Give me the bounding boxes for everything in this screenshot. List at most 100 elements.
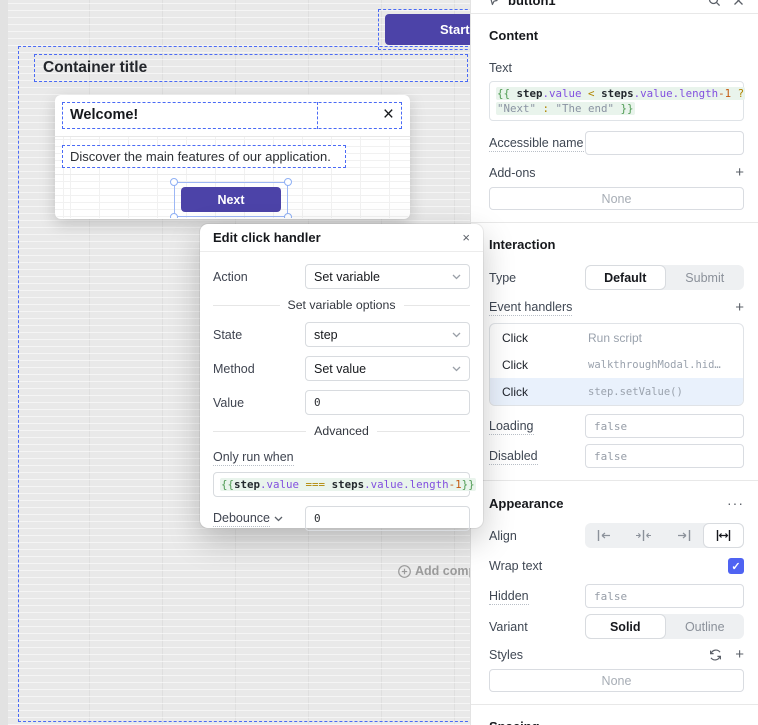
event-handler-row[interactable]: Click Run script [490, 324, 743, 351]
modal-row-divider [55, 174, 410, 175]
type-segmented-control: Default Submit [585, 265, 744, 290]
popup-title: Edit click handler [213, 230, 321, 245]
wrap-text-checkbox[interactable]: ✓ [728, 558, 744, 574]
styles-label: Styles [489, 648, 523, 662]
value-label: Value [213, 396, 305, 410]
handler-action: step.setValue() [588, 386, 683, 398]
modal-close-icon[interactable]: × [383, 103, 394, 127]
modal-header-selection-divider [317, 102, 318, 129]
circle-plus-icon [398, 565, 411, 578]
interaction-section-title: Interaction [489, 237, 744, 252]
handler-event: Click [502, 385, 588, 399]
debounce-input[interactable]: 0 [305, 506, 470, 531]
styles-none-box[interactable]: None [489, 669, 744, 692]
align-stretch-option[interactable] [703, 523, 744, 548]
action-value: Set variable [314, 270, 380, 284]
popup-body: Action Set variable Set variable options… [200, 252, 483, 531]
method-label: Method [213, 362, 305, 376]
state-label: State [213, 328, 305, 342]
variant-segmented-control: Solid Outline [585, 614, 744, 639]
resize-handle-bottom-right[interactable] [284, 213, 292, 218]
type-option-default[interactable]: Default [585, 265, 666, 290]
addons-none-box[interactable]: None [489, 187, 744, 210]
content-section-title: Content [489, 28, 744, 43]
container-title-box[interactable]: Container title [34, 54, 468, 82]
disabled-label: Disabled [489, 449, 538, 465]
debounce-label: Debounce [213, 511, 270, 527]
align-label: Align [489, 529, 517, 543]
appearance-more-icon[interactable]: ··· [727, 495, 744, 511]
group-divider-label: Set variable options [288, 298, 396, 312]
modal-title: Welcome! [70, 107, 138, 123]
button-text-code-editor[interactable]: {{ step.value < steps.value.length-1 ?"N… [489, 81, 744, 121]
hidden-input[interactable]: false [585, 584, 744, 608]
modal-description-text: Discover the main features of our applic… [70, 149, 331, 164]
styles-add-icon[interactable]: + [735, 648, 744, 662]
next-button[interactable]: Next [181, 187, 281, 212]
chevron-down-icon [274, 516, 283, 522]
modal-description[interactable]: Discover the main features of our applic… [62, 145, 346, 168]
popup-header: Edit click handler × [200, 224, 483, 252]
accessible-name-input[interactable] [585, 131, 744, 155]
event-handlers-list: Click Run script Click walkthroughModal.… [489, 323, 744, 406]
loading-input[interactable]: false [585, 414, 744, 438]
accessible-name-label: Accessible name [489, 136, 584, 152]
search-icon[interactable] [708, 0, 721, 7]
state-select[interactable]: step [305, 322, 470, 347]
event-handler-add-icon[interactable]: + [735, 301, 744, 315]
align-left-option[interactable] [585, 523, 624, 548]
content-section: Content Text {{ step.value < steps.value… [471, 14, 758, 222]
set-variable-options-divider: Set variable options [213, 298, 470, 312]
add-component-label: Add comp [415, 564, 470, 578]
action-select[interactable]: Set variable [305, 264, 470, 289]
value-input[interactable]: 0 [305, 390, 470, 415]
canvas-left-margin [0, 0, 8, 725]
align-center-icon [636, 530, 651, 541]
variant-option-outline[interactable]: Outline [666, 614, 745, 639]
advanced-divider: Advanced [213, 424, 470, 438]
add-component-button[interactable]: Add comp [398, 564, 470, 578]
variant-option-solid[interactable]: Solid [585, 614, 666, 639]
popup-close-icon[interactable]: × [462, 230, 470, 245]
advanced-divider-label: Advanced [314, 424, 369, 438]
align-right-option[interactable] [664, 523, 703, 548]
start-button[interactable]: Start [385, 14, 470, 45]
appearance-section: Appearance ··· Align [471, 481, 758, 704]
event-handler-row-selected[interactable]: Click step.setValue() [490, 378, 743, 405]
event-handler-row[interactable]: Click walkthroughModal.hid… [490, 351, 743, 378]
loading-label: Loading [489, 419, 534, 435]
reset-styles-icon[interactable] [709, 649, 722, 661]
addons-label: Add-ons [489, 166, 536, 180]
chevron-down-icon [452, 274, 461, 280]
inspector-header: button1 [471, 0, 758, 14]
addons-add-icon[interactable]: + [735, 166, 744, 180]
component-name: button1 [508, 0, 708, 8]
align-left-icon [597, 530, 612, 541]
handler-event: Click [502, 358, 588, 372]
text-label: Text [489, 61, 744, 75]
method-value: Set value [314, 362, 366, 376]
edit-click-handler-popup: Edit click handler × Action Set variable… [200, 224, 483, 528]
only-run-when-label: Only run when [213, 450, 294, 466]
method-select[interactable]: Set value [305, 356, 470, 381]
container-title: Container title [43, 59, 147, 77]
disabled-input[interactable]: false [585, 444, 744, 468]
wrap-text-label: Wrap text [489, 559, 542, 573]
handler-action: walkthroughModal.hid… [588, 359, 721, 371]
only-run-when-code-editor[interactable]: {{step.value === steps.value.length-1}} [213, 472, 470, 497]
align-center-option[interactable] [624, 523, 663, 548]
align-right-icon [676, 530, 691, 541]
type-option-submit[interactable]: Submit [666, 265, 745, 290]
chevron-down-icon [452, 366, 461, 372]
variant-label: Variant [489, 620, 528, 634]
resize-handle-top-right[interactable] [284, 178, 292, 186]
appearance-section-title: Appearance [489, 496, 563, 511]
inspector-panel: button1 Content Text {{ step.value < ste… [470, 0, 758, 725]
handler-action: Run script [588, 331, 642, 345]
walkthrough-modal[interactable]: Welcome! × Discover the main features of… [55, 95, 410, 219]
align-segmented-control [585, 523, 744, 548]
resize-handle-bottom-left[interactable] [170, 213, 178, 218]
resize-handle-top-left[interactable] [170, 178, 178, 186]
debounce-label-group[interactable]: Debounce [213, 511, 305, 527]
close-icon[interactable] [733, 0, 744, 6]
